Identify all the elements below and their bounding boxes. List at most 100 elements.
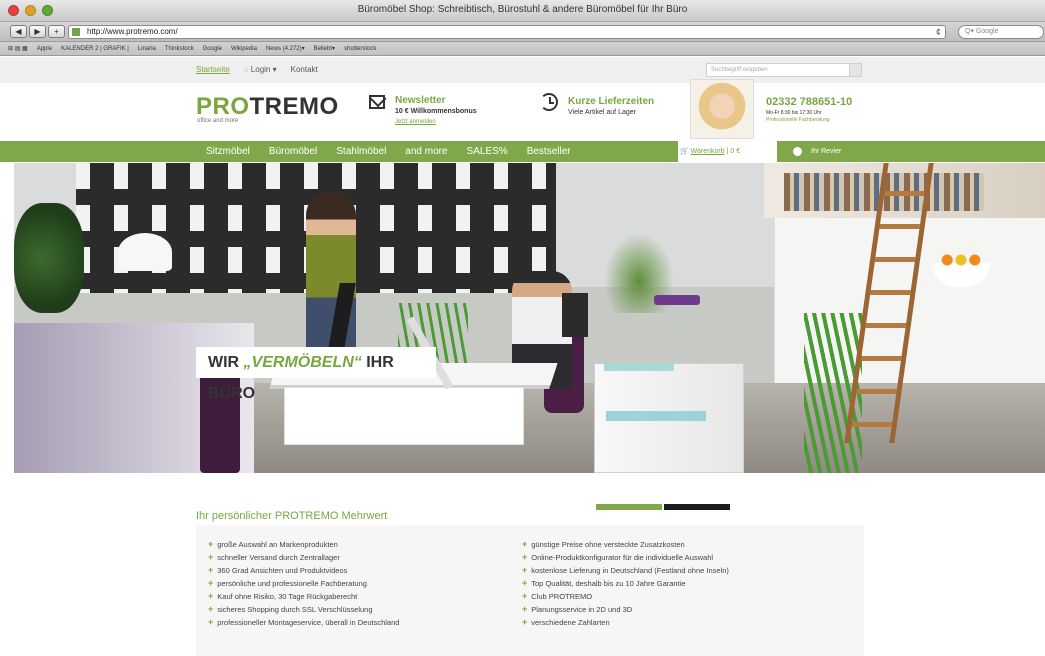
favicon-icon	[72, 28, 80, 36]
site-search-input[interactable]: Suchbegriff eingeben	[706, 63, 862, 77]
logo-tagline: office and more	[197, 118, 239, 124]
list-item: + Kauf ohne Risiko, 30 Tage Rückgaberecht	[208, 591, 399, 601]
bookmark-item[interactable]: shutterstock	[344, 46, 376, 52]
newsletter-signup-link[interactable]: Jetzt anmelden	[395, 119, 436, 125]
plus-icon: +	[522, 565, 528, 575]
plus-icon: +	[522, 604, 528, 614]
benefit-text: Online-Produktkonfigurator für die indiv…	[531, 552, 714, 562]
login-dropdown[interactable]: ◌ Login ▾	[244, 65, 277, 74]
benefits-list-right: + günstige Preise ohne versteckte Zusatzk…	[522, 539, 729, 627]
benefit-text: große Auswahl an Markenprodukten	[217, 539, 338, 549]
hero-monitor-2	[562, 293, 588, 337]
cart-label: Warenkorb	[690, 148, 725, 155]
slider-indicator	[596, 504, 730, 510]
benefit-text: sicheres Shopping durch SSL Verschlüssel…	[217, 604, 373, 614]
forward-button[interactable]: ▶	[29, 25, 46, 38]
wishlist-icon	[793, 147, 802, 156]
bookmark-item[interactable]: Apple	[37, 46, 52, 52]
link-home[interactable]: Startseite	[196, 65, 230, 74]
list-item: +360 Grad Ansichten und Produktvideos	[208, 565, 399, 575]
logo-pro: PRO	[196, 93, 250, 120]
benefits-list-left: + große Auswahl an Markenprodukten + schne…	[208, 539, 399, 627]
link-contact[interactable]: Kontakt	[291, 65, 318, 74]
nav-item-sitzmoebel[interactable]: Sitzmöbel	[206, 146, 250, 157]
hero-banner[interactable]	[14, 163, 1045, 473]
hotline-hours: Mo-Fr 8:30 bis 17:30 Uhr	[766, 110, 822, 116]
benefit-text: Planungsservice in 2D und 3D	[531, 604, 633, 614]
bookmarks-bar: ⊞ ▤ ▦ Apple KALENDER 2 | GRAFIK | Linari…	[0, 42, 1045, 56]
top-links: Startseite ◌ Login ▾ Kontakt	[196, 65, 318, 74]
slider-dot-active[interactable]	[596, 504, 662, 510]
benefit-text: verschiedene Zahlarten	[531, 617, 610, 627]
shipping-subtitle: Viele Artikel auf Lager	[568, 109, 636, 116]
benefits-heading: Ihr persönlicher PROTREMO Mehrwert	[196, 510, 388, 522]
benefit-text: Club PROTREMO	[531, 591, 593, 601]
window-title: Büromöbel Shop: Schreibtisch, Bürostuhl …	[357, 4, 688, 15]
list-item: + Planungsservice in 2D und 3D	[522, 604, 729, 614]
search-button[interactable]	[849, 64, 861, 76]
address-bar[interactable]: http://www.protremo.com/ ¢	[68, 25, 946, 39]
hero-desk-base	[284, 387, 524, 445]
site-logo[interactable]: PROTREMO	[196, 93, 339, 121]
bookmark-item[interactable]: Linaria	[138, 46, 156, 52]
plus-icon: +	[522, 617, 528, 627]
bookmark-item[interactable]: Beliebt▾	[314, 45, 335, 52]
benefit-text: 360 Grad Ansichten und Produktvideos	[217, 565, 348, 575]
login-label: Login ▾	[250, 65, 277, 74]
plus-icon: +	[522, 552, 528, 562]
wishlist-label: Ihr Revier	[811, 148, 842, 155]
nav-buttons: ◀ ▶ +	[10, 25, 65, 38]
url-text: http://www.protremo.com/	[87, 27, 178, 36]
nav-item-stahlmoebel[interactable]: Stahlmöbel	[336, 146, 386, 157]
list-item: + verschiedene Zahlarten	[522, 617, 729, 627]
bookmark-item[interactable]: Thinkstock	[165, 46, 194, 52]
wishlist-bar[interactable]: Ihr Revier	[777, 141, 1045, 162]
bookmark-item[interactable]: News (4.272)▾	[266, 45, 305, 52]
hero-caption-pre: WIR	[208, 354, 244, 371]
plus-icon: +	[208, 578, 214, 588]
hero-lamp	[118, 233, 172, 271]
list-item: + kostenlose Lieferung in Deutschland (Fe…	[522, 565, 729, 575]
nav-item-bestseller[interactable]: Bestseller	[527, 146, 571, 157]
plus-icon: +	[522, 578, 528, 588]
plus-icon: +	[208, 591, 214, 601]
slider-dot[interactable]	[664, 504, 730, 510]
plus-icon: +	[208, 552, 214, 562]
browser-window: Büromöbel Shop: Schreibtisch, Bürostuhl …	[0, 0, 1045, 656]
list-item: + Online-Produktkonfigurator für die indi…	[522, 552, 729, 562]
reload-icon[interactable]: ¢	[936, 26, 941, 38]
bookmark-item[interactable]: KALENDER 2 | GRAFIK |	[61, 46, 129, 52]
nav-item-bueromoebel[interactable]: Büromöbel	[269, 146, 317, 157]
hero-caption: WIR „VERMÖBELN“ IHR BÜRO	[196, 347, 436, 402]
plus-icon: +	[522, 539, 528, 549]
bookmark-item[interactable]: Wikipedia	[231, 46, 257, 52]
add-bookmark-button[interactable]: +	[48, 25, 65, 38]
benefits-box: + große Auswahl an Markenprodukten + schne…	[196, 525, 864, 656]
list-item: + Club PROTREMO	[522, 591, 729, 601]
logo-rest: TREMO	[249, 93, 339, 120]
hero-caption-highlight: „VERMÖBELN“	[243, 354, 362, 371]
hero-purple-accent	[654, 295, 700, 305]
benefit-text: günstige Preise ohne versteckte Zusatzko…	[531, 539, 685, 549]
cart-link[interactable]: 🛒 Warenkorb | 0 €	[680, 147, 740, 155]
benefit-text: Top Qualität, deshalb bis zu 10 Jahre Ga…	[531, 578, 686, 588]
list-item: + Top Qualität, deshalb bis zu 10 Jahre G…	[522, 578, 729, 588]
nav-item-sales[interactable]: SALES%	[467, 146, 508, 157]
benefit-text: persönliche und professionelle Fachberat…	[217, 578, 367, 588]
plus-icon: +	[208, 604, 214, 614]
plus-icon: +	[208, 565, 214, 575]
bookmark-item[interactable]: Google	[203, 46, 222, 52]
title-bar: Büromöbel Shop: Schreibtisch, Bürostuhl …	[0, 0, 1045, 22]
clock-icon	[540, 93, 558, 111]
back-button[interactable]: ◀	[10, 25, 27, 38]
reading-list-icon[interactable]: ⊞ ▤ ▦	[8, 45, 28, 52]
user-icon: ◌	[243, 65, 249, 74]
benefit-text: schneller Versand durch Zentrallager	[217, 552, 340, 562]
hero-tray	[604, 363, 674, 371]
envelope-icon	[369, 95, 385, 109]
newsletter-title: Newsletter	[395, 95, 446, 106]
nav-item-and-more[interactable]: and more	[405, 146, 447, 157]
browser-search-input[interactable]: Q▾ Google	[958, 25, 1044, 39]
site-top-bar: Startseite ◌ Login ▾ Kontakt Suchbegriff…	[0, 57, 1045, 83]
list-item: + schneller Versand durch Zentrallager	[208, 552, 399, 562]
